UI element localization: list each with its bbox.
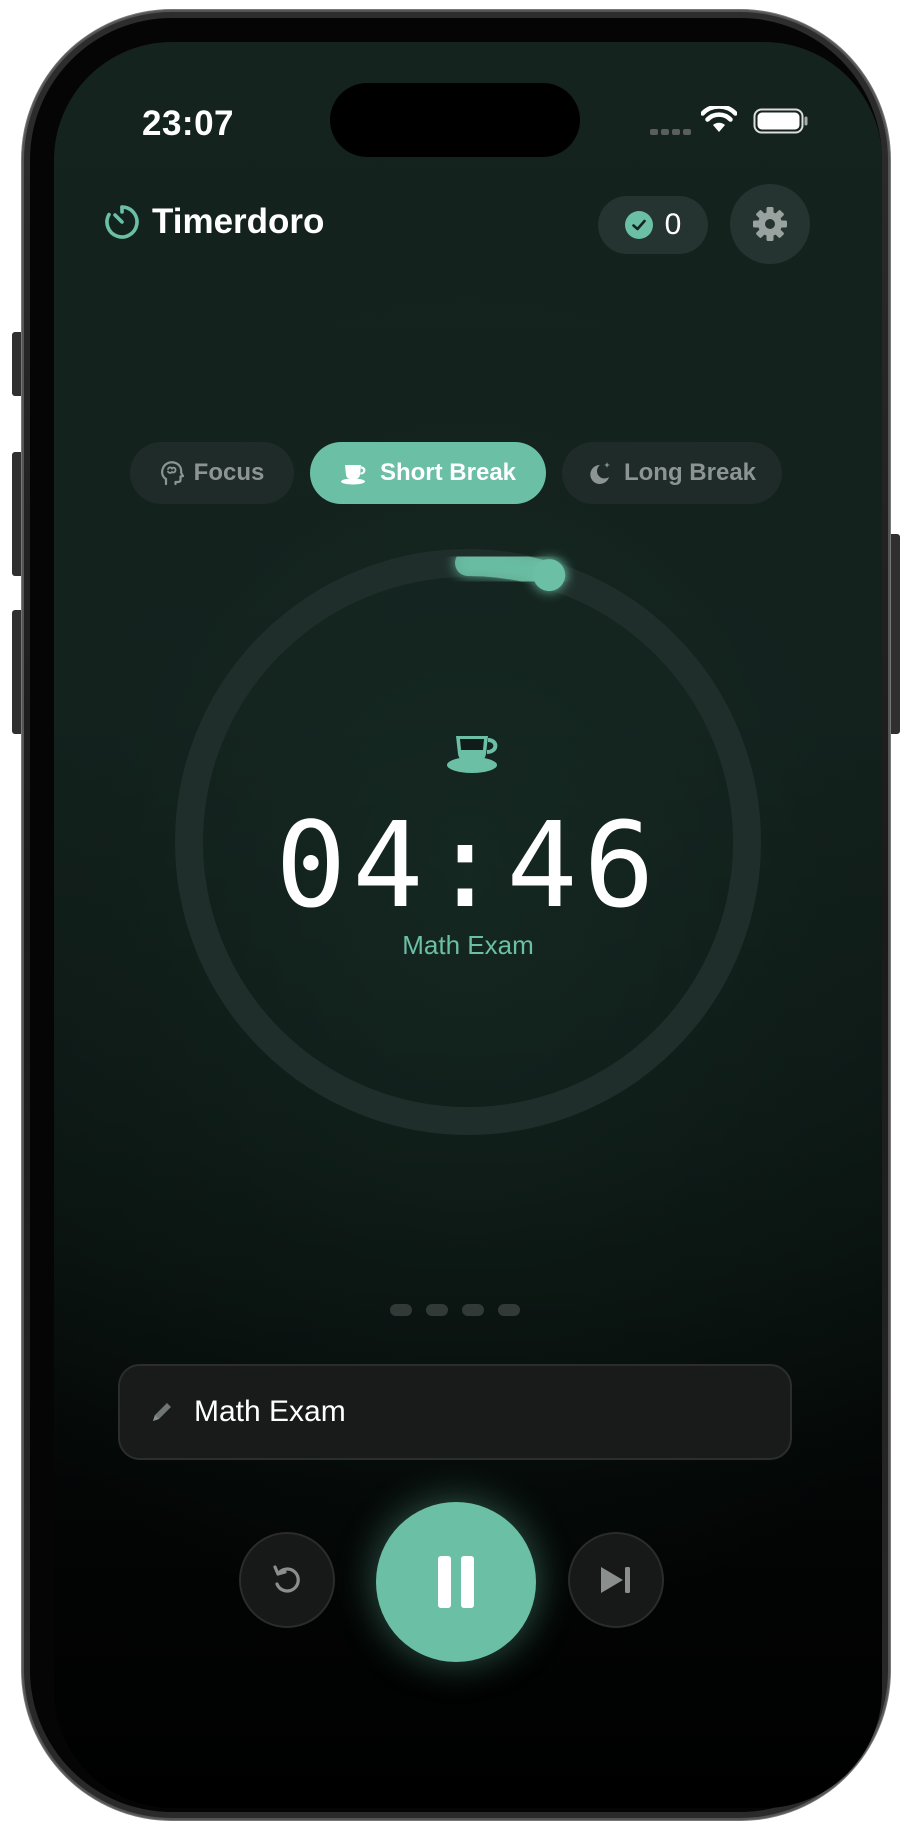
page-dot[interactable] xyxy=(498,1304,520,1316)
task-input[interactable] xyxy=(194,1395,754,1429)
reset-button[interactable] xyxy=(239,1532,335,1628)
current-task-label: Math Exam xyxy=(402,930,534,960)
play-pause-button[interactable] xyxy=(376,1502,536,1662)
page-indicator xyxy=(390,1304,520,1316)
coffee-cup-icon xyxy=(447,736,498,773)
skip-button[interactable] xyxy=(568,1532,664,1628)
task-input-container xyxy=(118,1364,792,1460)
page-dot[interactable] xyxy=(390,1304,412,1316)
pause-icon xyxy=(438,1556,474,1608)
page-dot[interactable] xyxy=(462,1304,484,1316)
reset-icon xyxy=(273,1565,300,1593)
skip-forward-icon xyxy=(601,1567,630,1593)
pencil-icon xyxy=(153,1403,171,1421)
ring-progress-knob xyxy=(533,559,566,592)
timer-display: 04:46 xyxy=(275,796,661,934)
app-screen: 23:07 Timerdoro 0 Focus Short Break Long… xyxy=(54,42,882,1808)
page-dot[interactable] xyxy=(426,1304,448,1316)
